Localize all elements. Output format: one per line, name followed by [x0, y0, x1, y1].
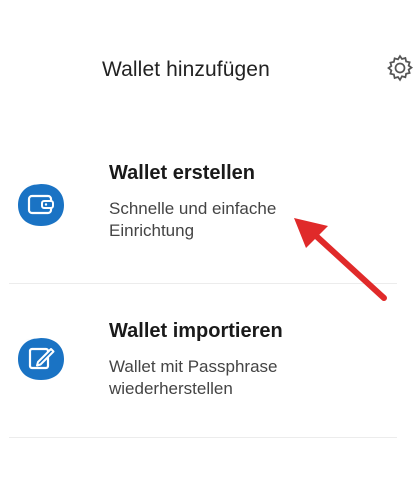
create-wallet-option[interactable]: Wallet erstellen Schnelle und einfache E… [0, 150, 414, 270]
option-subtitle: Wallet mit Passphrase wiederherstellen [109, 357, 278, 398]
edit-icon [18, 338, 64, 380]
option-title: Wallet erstellen [109, 162, 255, 184]
option-subtitle: Schnelle und einfache Einrichtung [109, 199, 277, 240]
wallet-icon [18, 184, 64, 226]
gear-icon[interactable] [385, 53, 414, 83]
divider [9, 283, 397, 284]
header: Wallet hinzufügen [0, 0, 414, 110]
page-title: Wallet hinzufügen [102, 58, 270, 81]
option-title: Wallet importieren [109, 320, 283, 342]
divider [9, 437, 397, 438]
import-wallet-option[interactable]: Wallet importieren Wallet mit Passphrase… [0, 308, 414, 428]
